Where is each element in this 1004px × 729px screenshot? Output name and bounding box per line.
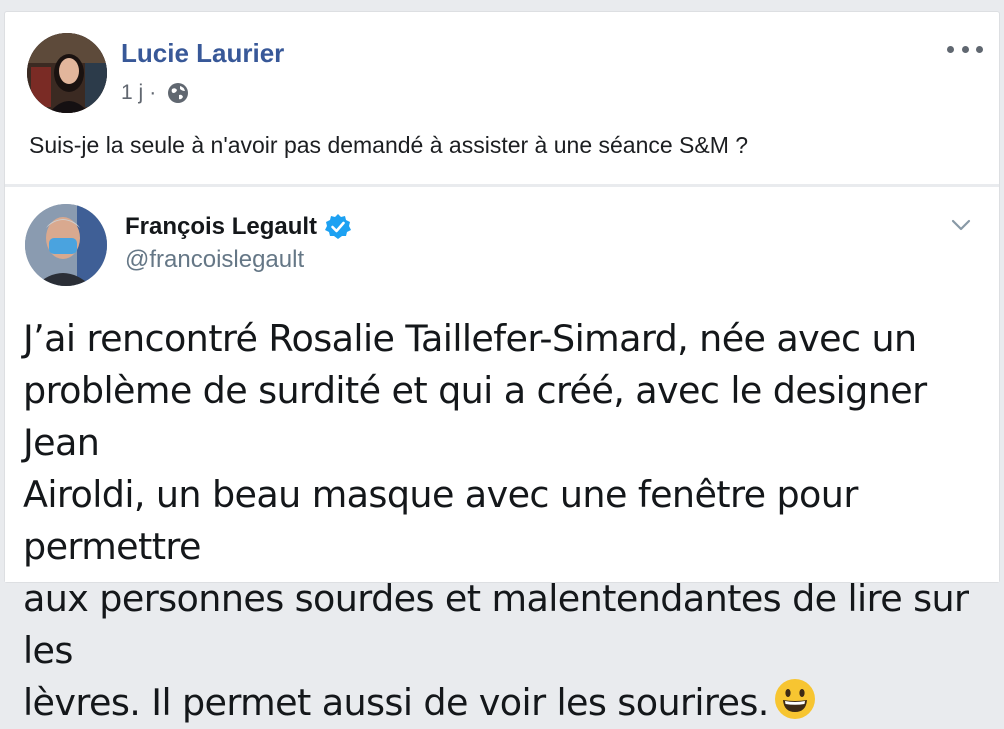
post-author-name[interactable]: Lucie Laurier (121, 38, 284, 69)
tweet-author-line: François Legault (125, 213, 352, 241)
smiling-face-emoji-icon (774, 679, 815, 719)
author-avatar[interactable] (27, 33, 107, 113)
tweet-author-handle: @francoislegault (125, 246, 305, 273)
more-dot (976, 45, 983, 53)
more-dot (947, 45, 954, 53)
tweet-last-line: lèvres. Il permet aussi de voir les sour… (23, 677, 973, 729)
tweet-author-name: François Legault (125, 213, 318, 240)
tweet-line: aux personnes sourdes et malentendantes … (23, 577, 969, 672)
meta-separator: · (149, 81, 157, 104)
tweet-text: J’ai rencontré Rosalie Taillefer-Simard,… (23, 313, 973, 729)
tweet-line: lèvres. Il permet aussi de voir les sour… (23, 681, 769, 724)
tweet-author-avatar (25, 204, 107, 286)
more-options-icon[interactable] (947, 38, 983, 60)
embedded-tweet-image[interactable]: François Legault @francoislegault J’ai r… (5, 187, 999, 724)
tweet-line: problème de surdité et qui a créé, avec … (23, 369, 927, 464)
globe-icon[interactable] (167, 82, 189, 104)
chevron-down-icon (951, 219, 971, 231)
facebook-post: Lucie Laurier 1 j · Suis-je la seule à n… (4, 11, 1000, 724)
post-timestamp[interactable]: 1 j (121, 81, 143, 105)
tweet-line: Airoldi, un beau masque avec une fenêtre… (23, 473, 858, 568)
post-meta: 1 j · (121, 81, 189, 105)
verified-badge-icon (325, 214, 352, 239)
tweet-line: J’ai rencontré Rosalie Taillefer-Simard,… (23, 317, 917, 360)
more-dot (961, 45, 969, 53)
post-text: Suis-je la seule à n'avoir pas demandé à… (29, 132, 749, 158)
